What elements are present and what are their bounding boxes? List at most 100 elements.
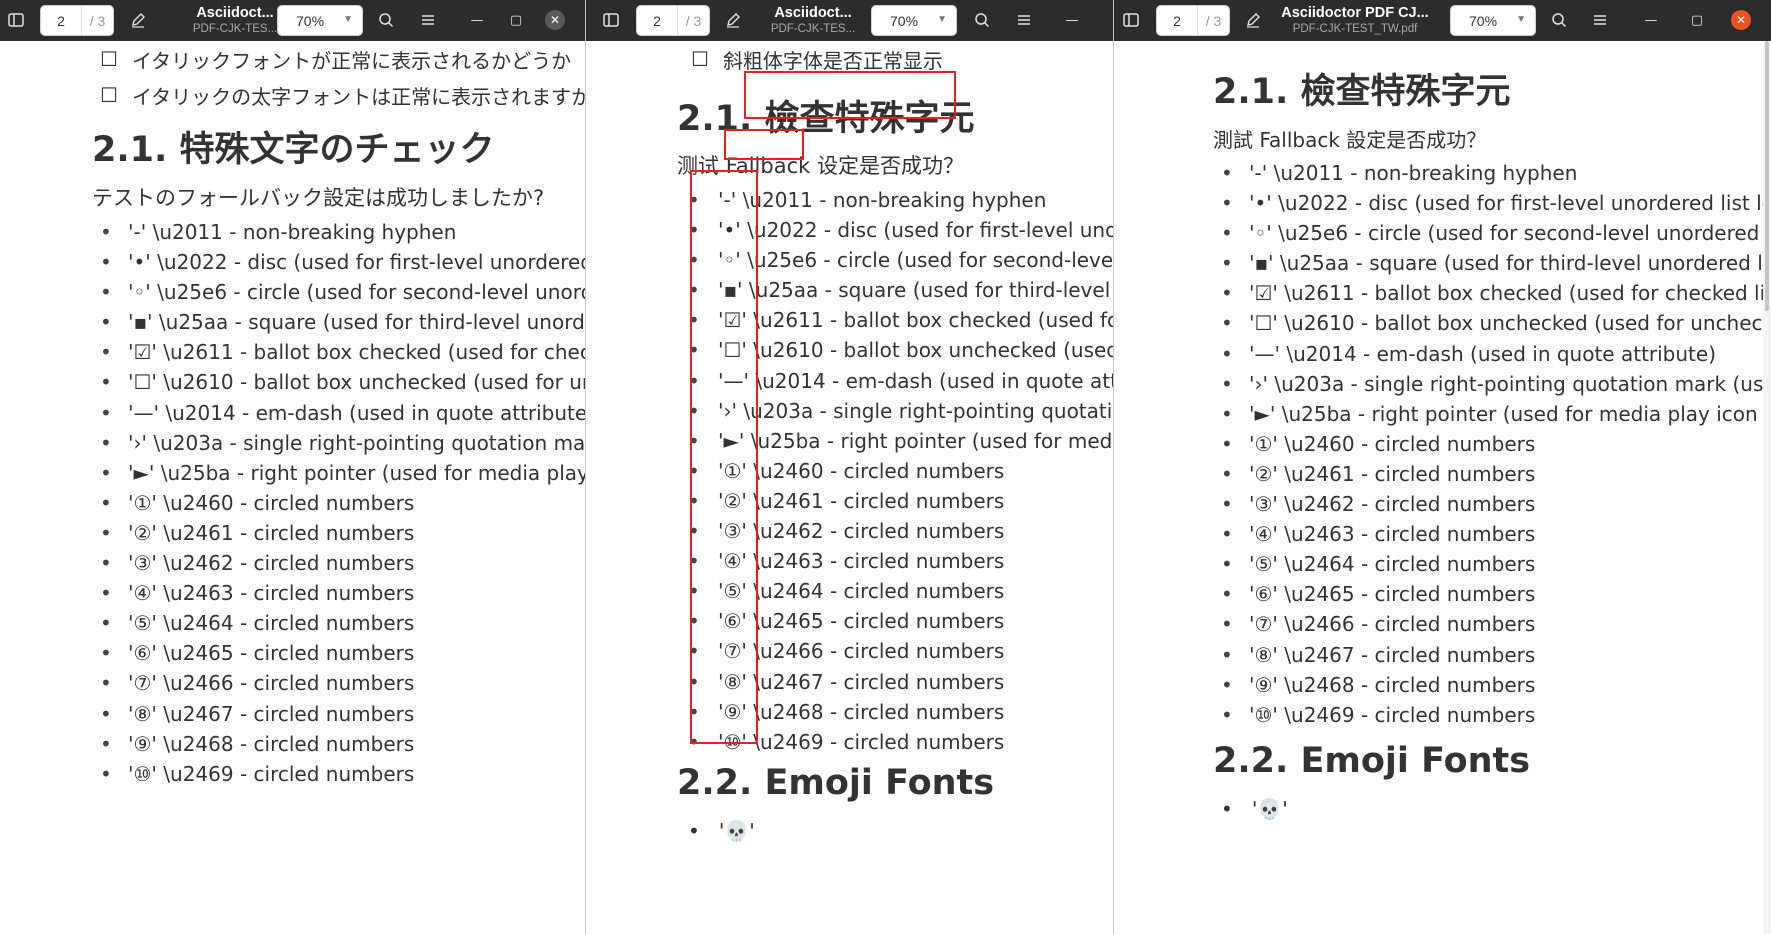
list-item-desc: \u203a - single right-pointing quotation… bbox=[1274, 371, 1771, 396]
bullet-icon: • bbox=[688, 338, 700, 363]
list-item: • '⑤' \u2464 - circled numbers bbox=[688, 576, 1113, 606]
maximize-button[interactable]: ▢ bbox=[506, 10, 526, 30]
bullet-icon: • bbox=[1221, 401, 1233, 426]
annotate-button[interactable] bbox=[1239, 6, 1267, 34]
close-button[interactable]: ✕ bbox=[545, 10, 565, 30]
list-item: • '☐' \u2610 - ballot box unchecked (used… bbox=[688, 335, 1113, 365]
minimize-button[interactable]: — bbox=[1641, 10, 1661, 30]
page-number-field[interactable]: 2 / 3 bbox=[636, 5, 710, 36]
list-item-glyph: '☐' bbox=[718, 338, 747, 363]
search-button[interactable] bbox=[1545, 6, 1573, 34]
list-item-glyph: '②' bbox=[1249, 461, 1278, 486]
section-heading: 2.1. 檢查特殊字元 bbox=[677, 90, 975, 141]
list-item-desc: \u2022 - disc (used for first-level unor… bbox=[157, 250, 585, 275]
list-item-desc: \u2461 - circled numbers bbox=[1277, 461, 1536, 486]
emoji-list-item: • '💀' bbox=[1221, 797, 1288, 821]
list-item-glyph: '⑦' bbox=[128, 671, 157, 696]
viewer-toolbar: 2 / 3 Asciidoct... PDF-CJK-TES... 70% ▼ … bbox=[586, 0, 1113, 41]
list-item: • '⑨' \u2468 - circled numbers bbox=[688, 697, 1113, 727]
page-current-input[interactable]: 2 bbox=[1157, 6, 1197, 35]
list-item-desc: \u2465 - circled numbers bbox=[1277, 582, 1536, 607]
list-item-desc: \u2460 - circled numbers bbox=[1277, 431, 1536, 456]
document-title: Asciidoct... bbox=[774, 5, 852, 21]
list-item-desc: \u25e6 - circle (used for second-level u… bbox=[1278, 221, 1771, 246]
list-item-desc: \u2610 - ballot box unchecked (used for … bbox=[163, 370, 585, 395]
bullet-icon: • bbox=[688, 579, 700, 604]
bullet-icon: • bbox=[1221, 702, 1233, 727]
page-current-input[interactable]: 2 bbox=[637, 6, 677, 35]
list-item: • '④' \u2463 - circled numbers bbox=[688, 546, 1113, 576]
page-current-input[interactable]: 2 bbox=[41, 6, 81, 35]
minimize-button[interactable]: — bbox=[467, 10, 487, 30]
list-item-glyph: '☑' bbox=[128, 340, 157, 365]
scrollbar-thumb[interactable] bbox=[1765, 41, 1769, 311]
zoom-select[interactable]: 70% ▼ bbox=[277, 5, 363, 36]
checklist: ☐ イタリックフォントが正常に表示されるかどうか ☐ イタリックの太字フォントは正常… bbox=[100, 41, 585, 113]
search-button[interactable] bbox=[372, 6, 400, 34]
list-item-glyph: '⑩' bbox=[128, 761, 157, 786]
list-item-desc: \u2014 - em-dash (used in quote attribut… bbox=[755, 368, 1113, 393]
sidebar-toggle-button[interactable] bbox=[597, 6, 625, 34]
sidebar-toggle-button[interactable] bbox=[2, 6, 30, 34]
page-number-field[interactable]: 2 / 3 bbox=[40, 5, 114, 36]
pen-icon bbox=[132, 13, 145, 28]
main-menu-button[interactable] bbox=[1010, 6, 1038, 34]
list-item-glyph: '▪' bbox=[718, 278, 743, 303]
list-item-glyph: '⑨' bbox=[128, 731, 157, 756]
sidebar-toggle-button[interactable] bbox=[1117, 6, 1145, 34]
annotate-button[interactable] bbox=[124, 6, 152, 34]
bullet-icon: • bbox=[1221, 341, 1233, 366]
list-item: • '☑' \u2611 - ballot box checked (used f… bbox=[688, 305, 1113, 335]
maximize-button[interactable]: ▢ bbox=[1687, 10, 1707, 30]
page-number-field[interactable]: 2 / 3 bbox=[1156, 5, 1230, 36]
list-item: • '⑦' \u2466 - circled numbers bbox=[1221, 609, 1771, 639]
bullet-icon: • bbox=[1221, 191, 1233, 216]
list-item: • '◦' \u25e6 - circle (used for second-le… bbox=[100, 277, 585, 307]
list-item-glyph: '—' bbox=[1249, 341, 1280, 366]
list-item-desc: \u2467 - circled numbers bbox=[156, 701, 415, 726]
document-page: ☐ イタリックフォントが正常に表示されるかどうか ☐ イタリックの太字フォントは正常… bbox=[0, 41, 585, 934]
zoom-select[interactable]: 70% ▼ bbox=[871, 5, 957, 36]
list-item-glyph: '◦' bbox=[1249, 221, 1272, 246]
bullet-icon: • bbox=[688, 428, 700, 453]
list-item: • '-' \u2011 - non-breaking hyphen bbox=[688, 185, 1113, 215]
list-item-desc: \u2464 - circled numbers bbox=[746, 579, 1005, 604]
list-item-glyph: '►' bbox=[1249, 401, 1276, 426]
list-item: • '⑤' \u2464 - circled numbers bbox=[1221, 549, 1771, 579]
bullet-icon: • bbox=[688, 549, 700, 574]
zoom-select[interactable]: 70% ▼ bbox=[1450, 5, 1536, 36]
main-menu-button[interactable] bbox=[414, 6, 442, 34]
list-item: • '▪' \u25aa - square (used for third-lev… bbox=[100, 307, 585, 337]
list-item-desc: \u2464 - circled numbers bbox=[156, 611, 415, 636]
list-item: • '›' \u203a - single right-pointing quot… bbox=[688, 396, 1113, 426]
list-item-desc: \u2462 - circled numbers bbox=[1277, 492, 1536, 517]
list-item-glyph: '☑' bbox=[1249, 281, 1278, 306]
list-item-desc: \u203a - single right-pointing quotation… bbox=[743, 398, 1113, 423]
list-item: • '☐' \u2610 - ballot box unchecked (used… bbox=[100, 367, 585, 397]
list-item-glyph: '—' bbox=[718, 368, 749, 393]
minimize-button[interactable]: — bbox=[1062, 10, 1082, 30]
bullet-icon: • bbox=[688, 519, 700, 544]
close-button[interactable]: ✕ bbox=[1731, 10, 1751, 30]
document-viewer-window-2: 2 / 3 Asciidoct... PDF-CJK-TES... 70% ▼ … bbox=[585, 0, 1113, 934]
main-menu-button[interactable] bbox=[1586, 6, 1614, 34]
maximize-icon: ▢ bbox=[509, 12, 523, 28]
list-item-glyph: '⑩' bbox=[718, 729, 747, 754]
page-total: / 3 bbox=[81, 6, 113, 35]
list-item: • '④' \u2463 - circled numbers bbox=[1221, 519, 1771, 549]
list-item-glyph: '›' bbox=[128, 430, 147, 455]
annotate-button[interactable] bbox=[719, 6, 747, 34]
search-button[interactable] bbox=[968, 6, 996, 34]
list-item-desc: \u2466 - circled numbers bbox=[156, 671, 415, 696]
list-item-glyph: '⑧' bbox=[718, 669, 747, 694]
list-item: • '⑧' \u2467 - circled numbers bbox=[688, 667, 1113, 697]
bullet-icon: • bbox=[100, 340, 112, 365]
bullet-icon: • bbox=[100, 761, 112, 786]
list-item-glyph: '›' bbox=[718, 398, 737, 423]
list-item-desc: \u25aa - square (used for third-level un… bbox=[748, 278, 1113, 303]
list-item-glyph: '④' bbox=[128, 581, 157, 606]
list-item-desc: \u25e6 - circle (used for second-level u… bbox=[747, 248, 1113, 273]
bullet-icon: • bbox=[1221, 161, 1233, 185]
vertical-scrollbar[interactable] bbox=[1763, 41, 1771, 934]
bullet-icon: • bbox=[688, 458, 700, 483]
